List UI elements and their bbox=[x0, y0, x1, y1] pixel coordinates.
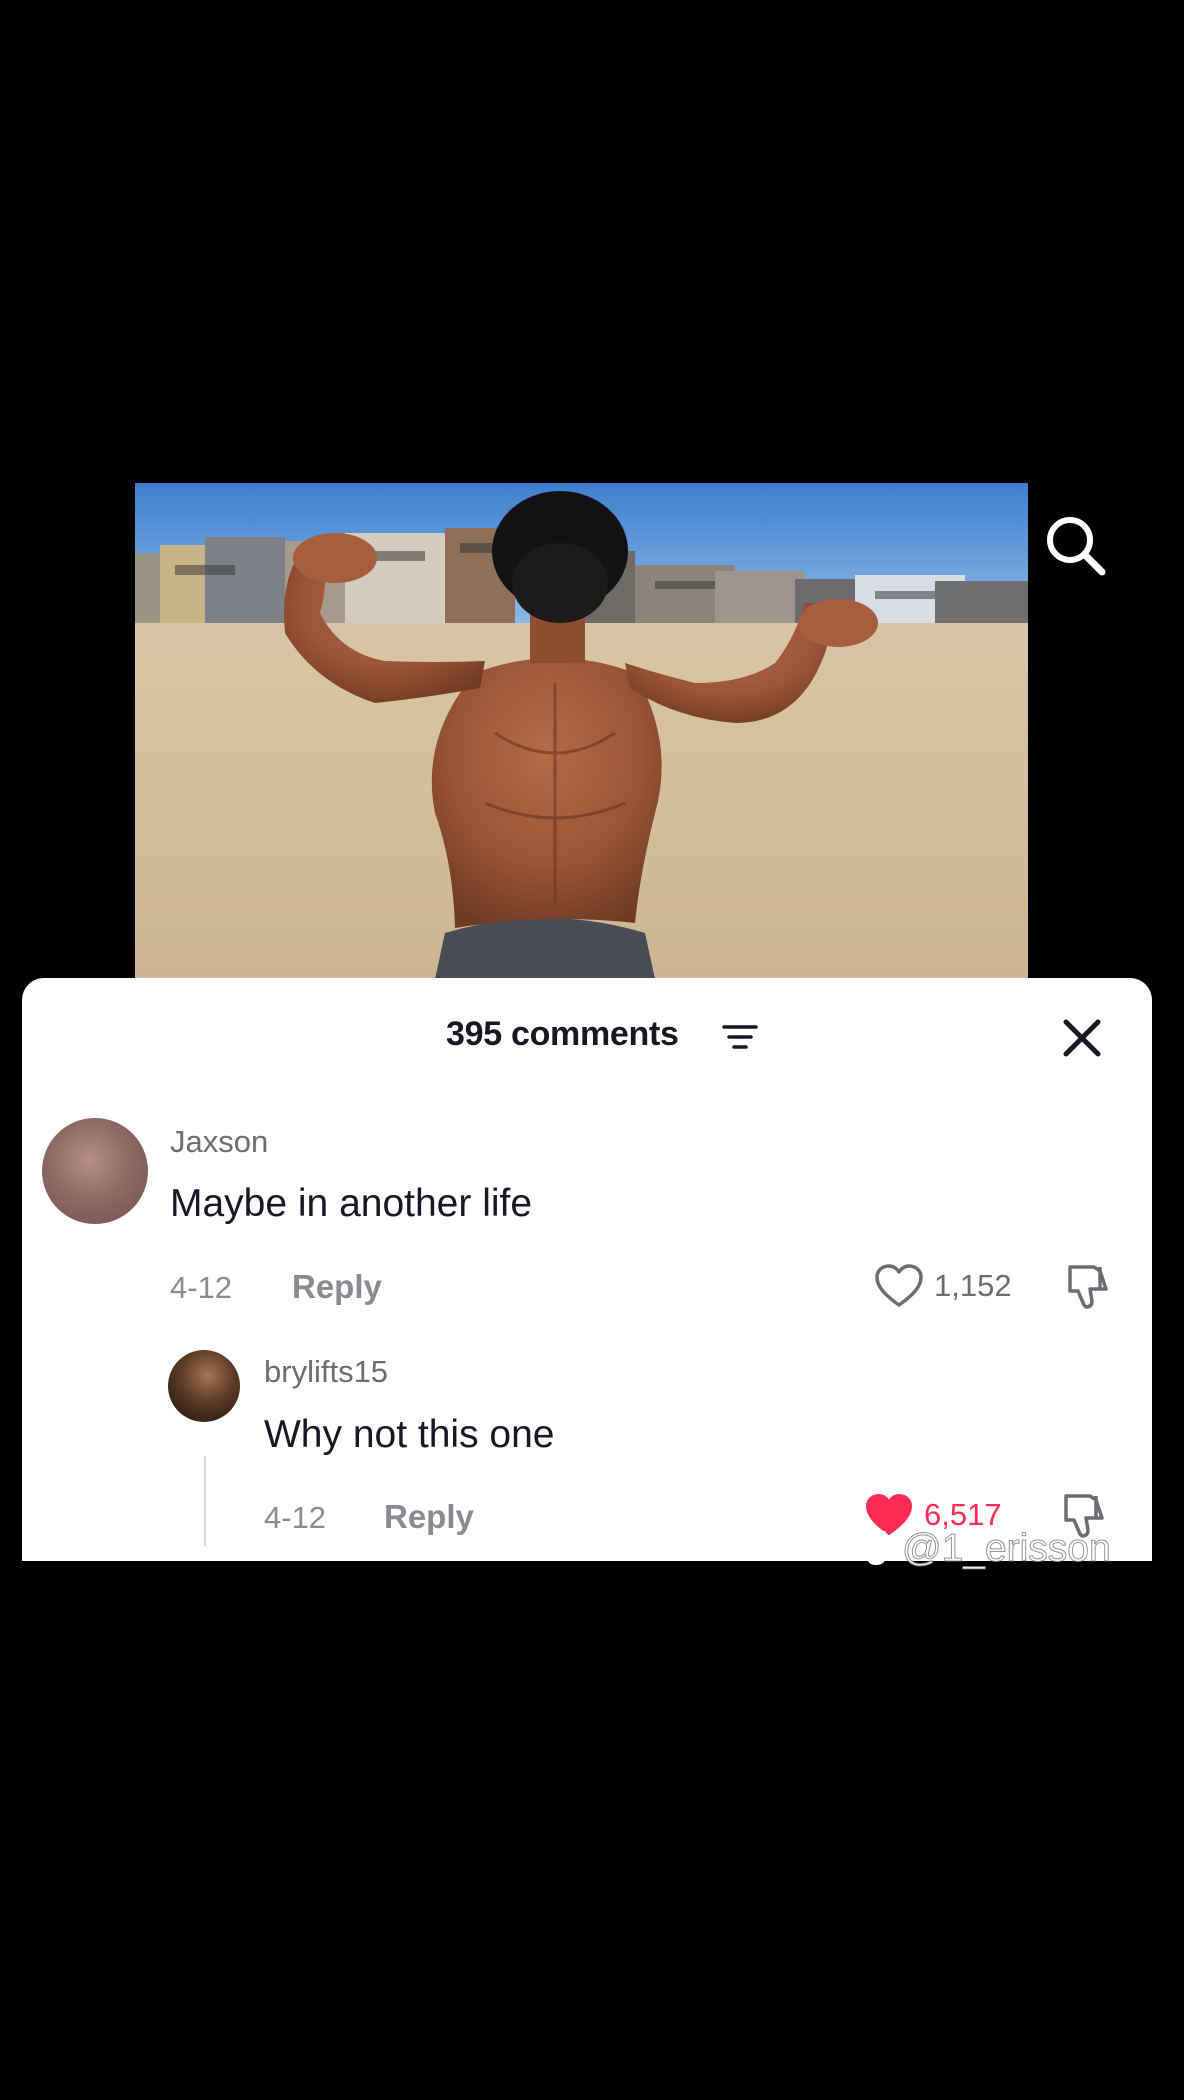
watermark-handle: @1_erisson bbox=[902, 1527, 1112, 1571]
comment-username[interactable]: brylifts15 bbox=[264, 1354, 388, 1390]
video-player[interactable] bbox=[135, 483, 1028, 979]
like-button[interactable]: 1,152 bbox=[874, 1263, 1012, 1309]
comments-sheet: 395 comments Jaxson Maybe in another lif… bbox=[22, 978, 1152, 1561]
reply-button[interactable]: Reply bbox=[292, 1268, 382, 1306]
comment-date: 4-12 bbox=[170, 1270, 233, 1305]
close-icon[interactable] bbox=[1058, 1014, 1106, 1062]
comment-text: Maybe in another life bbox=[170, 1182, 533, 1225]
comment-text: Why not this one bbox=[264, 1413, 555, 1456]
comments-header: 395 comments bbox=[22, 996, 1152, 1066]
comment-count: 395 comments bbox=[446, 1015, 679, 1053]
avatar[interactable] bbox=[42, 1118, 148, 1224]
comment-username[interactable]: Jaxson bbox=[170, 1124, 268, 1160]
avatar[interactable] bbox=[168, 1350, 240, 1422]
thread-line bbox=[204, 1456, 206, 1546]
like-count: 1,152 bbox=[934, 1268, 1012, 1303]
heart-icon bbox=[875, 1264, 923, 1307]
watermark: @1_erisson bbox=[866, 1527, 1111, 1571]
filter-icon[interactable] bbox=[722, 1022, 758, 1052]
search-icon bbox=[1047, 517, 1106, 576]
search-button[interactable] bbox=[1040, 510, 1110, 580]
tiktok-logo-icon bbox=[866, 1531, 896, 1566]
thumbs-down-icon[interactable] bbox=[1062, 1261, 1112, 1311]
comment-date: 4-12 bbox=[264, 1500, 327, 1535]
video-frame-image bbox=[135, 483, 1028, 979]
reply-button[interactable]: Reply bbox=[384, 1498, 474, 1536]
